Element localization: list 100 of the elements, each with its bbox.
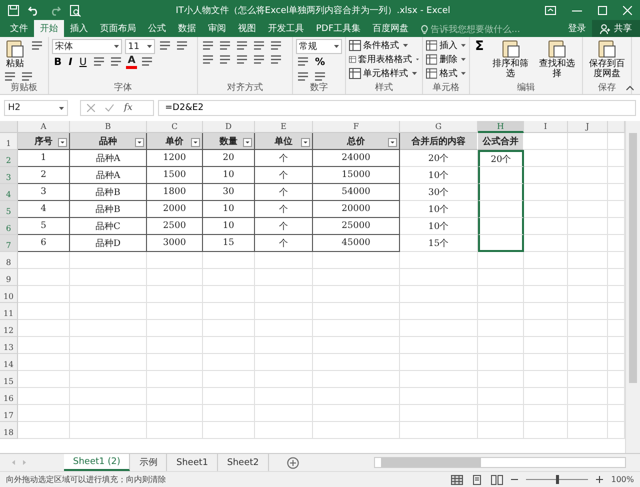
ribbon-tab[interactable]: 文件 — [4, 20, 34, 37]
select-all-corner[interactable] — [0, 121, 18, 133]
maximize-icon[interactable] — [598, 6, 607, 15]
close-icon[interactable] — [623, 6, 632, 15]
tool-icon[interactable] — [296, 70, 310, 83]
table-cell[interactable]: 个 — [255, 235, 313, 252]
table-cell[interactable]: 6 — [18, 235, 70, 252]
sheet-tab[interactable]: Sheet1 (2) — [64, 454, 130, 471]
table-cell[interactable]: 5 — [18, 218, 70, 235]
tool-icon[interactable] — [175, 39, 189, 52]
table-cell[interactable]: 3 — [18, 184, 70, 201]
format-button[interactable]: U — [77, 55, 89, 69]
tool-icon[interactable] — [140, 55, 154, 68]
sheet-nav-arrows-icon[interactable] — [12, 460, 26, 465]
column-header[interactable]: H — [478, 121, 524, 133]
ribbon-button[interactable]: 删除 — [426, 53, 466, 66]
table-cell[interactable]: 品种 — [70, 133, 147, 150]
table-cell[interactable]: 24000 — [313, 150, 400, 167]
row-header[interactable]: 12 — [0, 320, 18, 337]
redo-icon[interactable] — [49, 5, 61, 16]
tool-icon[interactable] — [269, 53, 283, 66]
zoom-thumb[interactable] — [556, 475, 560, 484]
table-cell[interactable]: 2 — [18, 167, 70, 184]
format-button[interactable]: I — [66, 55, 74, 69]
row-header[interactable]: 5 — [0, 201, 18, 218]
ribbon-button[interactable]: 查找和选择 — [535, 39, 579, 83]
row-header[interactable]: 3 — [0, 167, 18, 184]
table-cell[interactable]: 10 — [203, 167, 255, 184]
dropdown-field[interactable]: 宋体 — [52, 39, 122, 54]
tool-icon[interactable] — [218, 53, 232, 66]
scrollbar-thumb[interactable] — [629, 133, 637, 383]
filter-dropdown-icon[interactable] — [243, 138, 252, 147]
normal-view-icon[interactable] — [451, 474, 464, 484]
table-cell[interactable]: 总价 — [313, 133, 400, 150]
table-cell[interactable]: 10 — [203, 218, 255, 235]
table-cell[interactable] — [478, 218, 524, 235]
tool-icon[interactable] — [252, 53, 266, 66]
scrollbar-thumb[interactable] — [381, 458, 481, 467]
zoom-in-icon[interactable] — [596, 476, 604, 483]
filter-dropdown-icon[interactable] — [301, 138, 310, 147]
table-cell[interactable]: 数量 — [203, 133, 255, 150]
table-cell[interactable]: 品种B — [70, 201, 147, 218]
cancel-icon[interactable] — [87, 104, 95, 112]
format-button[interactable]: % — [313, 55, 328, 69]
ribbon-button[interactable]: 保存到百度网盘 — [586, 39, 628, 79]
format-button[interactable]: Σ — [473, 39, 486, 53]
table-cell[interactable]: 30个 — [400, 184, 478, 201]
tool-icon[interactable] — [296, 55, 310, 68]
row-header[interactable]: 7 — [0, 235, 18, 252]
tool-icon[interactable] — [20, 70, 34, 83]
table-cell[interactable]: 序号 — [18, 133, 70, 150]
table-cell[interactable] — [478, 184, 524, 201]
tool-icon[interactable] — [92, 55, 106, 68]
ribbon-button[interactable]: 套用表格格式 — [349, 53, 419, 66]
row-header[interactable]: 9 — [0, 269, 18, 286]
table-cell[interactable]: 20000 — [313, 201, 400, 218]
table-cell[interactable]: 4 — [18, 201, 70, 218]
format-button[interactable]: B — [52, 55, 64, 69]
table-cell[interactable]: 单位 — [255, 133, 313, 150]
table-cell[interactable]: 公式合并 — [478, 133, 524, 150]
save-icon[interactable] — [8, 5, 19, 16]
ribbon-button[interactable]: 单元格样式 — [349, 67, 419, 80]
tool-icon[interactable] — [313, 70, 327, 83]
table-cell[interactable] — [478, 167, 524, 184]
column-header[interactable]: B — [70, 121, 147, 133]
share-button[interactable]: 共享 — [592, 20, 640, 37]
add-sheet-icon[interactable] — [286, 456, 299, 468]
dropdown-field[interactable]: 常规 — [296, 39, 342, 54]
login-link[interactable]: 登录 — [562, 20, 592, 37]
table-cell[interactable] — [478, 235, 524, 252]
table-cell[interactable]: 3000 — [147, 235, 203, 252]
tool-icon[interactable] — [252, 39, 266, 52]
table-cell[interactable]: 2500 — [147, 218, 203, 235]
ribbon-tab[interactable]: 审阅 — [202, 20, 232, 37]
row-header[interactable]: 4 — [0, 184, 18, 201]
ribbon-tab[interactable]: PDF工具集 — [310, 20, 367, 37]
column-header[interactable]: G — [400, 121, 478, 133]
tool-icon[interactable] — [3, 70, 17, 83]
tool-icon[interactable] — [201, 39, 215, 52]
column-header[interactable]: F — [313, 121, 400, 133]
table-cell[interactable]: 1200 — [147, 150, 203, 167]
row-header[interactable]: 1 — [0, 133, 18, 150]
tool-icon[interactable] — [235, 53, 249, 66]
insert-function-button[interactable]: fx — [124, 103, 132, 113]
table-cell[interactable]: 54000 — [313, 184, 400, 201]
table-cell[interactable]: 合并后的内容 — [400, 133, 478, 150]
row-header[interactable]: 16 — [0, 388, 18, 405]
filter-dropdown-icon[interactable] — [135, 138, 144, 147]
tool-icon[interactable] — [30, 39, 44, 52]
tool-icon[interactable] — [108, 55, 123, 68]
ribbon-tab[interactable]: 插入 — [64, 20, 94, 37]
filter-dropdown-icon[interactable] — [58, 138, 67, 147]
ribbon-tab[interactable]: 页面布局 — [94, 20, 142, 37]
column-header[interactable] — [608, 121, 625, 133]
ribbon-button[interactable]: 条件格式 — [349, 39, 419, 52]
table-cell[interactable]: 45000 — [313, 235, 400, 252]
row-header[interactable]: 17 — [0, 405, 18, 422]
row-header[interactable]: 14 — [0, 354, 18, 371]
table-cell[interactable]: 20 — [203, 150, 255, 167]
table-cell[interactable]: 个 — [255, 201, 313, 218]
